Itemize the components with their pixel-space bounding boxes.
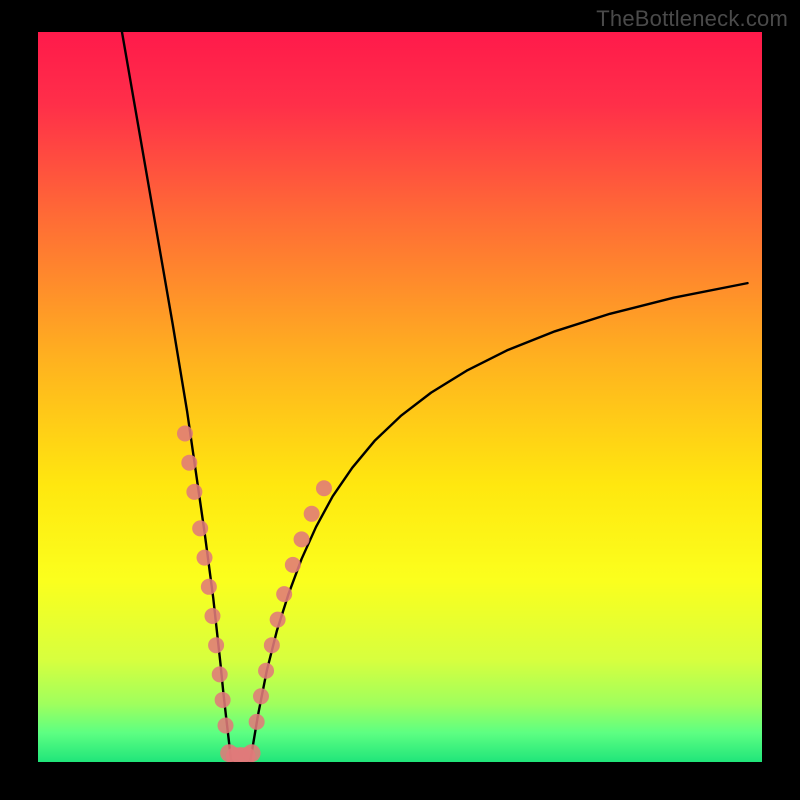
dot-left-dots — [186, 484, 202, 500]
dot-left-dots — [192, 520, 208, 536]
dot-right-dots — [253, 688, 269, 704]
dot-right-dots — [264, 637, 280, 653]
dot-left-dots — [177, 426, 193, 442]
dot-left-dots — [218, 718, 234, 734]
curve-right-branch — [250, 283, 747, 762]
dot-trough-dots — [243, 744, 261, 762]
dot-left-dots — [201, 579, 217, 595]
dot-right-dots — [258, 663, 274, 679]
watermark-text: TheBottleneck.com — [596, 6, 788, 32]
dot-right-dots — [316, 480, 332, 496]
dot-right-dots — [304, 506, 320, 522]
dot-right-dots — [294, 531, 310, 547]
dot-right-dots — [285, 557, 301, 573]
curves-layer — [38, 32, 762, 762]
dot-left-dots — [215, 692, 231, 708]
dot-left-dots — [204, 608, 220, 624]
dot-right-dots — [270, 612, 286, 628]
plot-area — [38, 32, 762, 762]
dot-right-dots — [276, 586, 292, 602]
dot-left-dots — [181, 455, 197, 471]
dot-left-dots — [208, 637, 224, 653]
dot-left-dots — [197, 550, 213, 566]
dot-right-dots — [249, 714, 265, 730]
chart-frame: TheBottleneck.com — [0, 0, 800, 800]
dot-left-dots — [212, 666, 228, 682]
